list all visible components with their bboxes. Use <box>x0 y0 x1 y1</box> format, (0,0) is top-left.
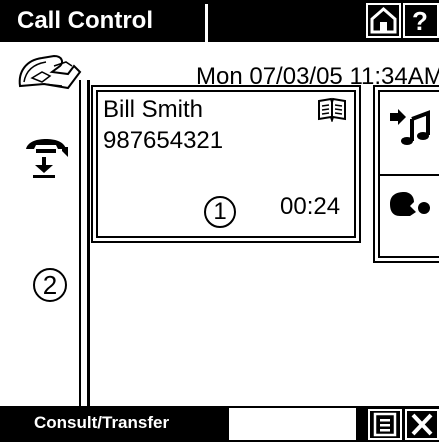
close-button[interactable] <box>405 409 439 440</box>
caller-number: 987654321 <box>103 127 224 154</box>
help-button[interactable]: ? <box>403 3 439 38</box>
address-book-icon[interactable] <box>317 97 347 122</box>
softkey-separator <box>356 406 366 442</box>
conference-icon[interactable] <box>388 190 432 220</box>
tool-panel-divider <box>378 174 439 176</box>
consult-transfer-label[interactable]: Consult/Transfer <box>34 413 169 433</box>
call-index-badge: 1 <box>204 196 236 228</box>
home-icon <box>370 7 397 34</box>
consult-transfer-button[interactable] <box>229 408 356 440</box>
list-button[interactable] <box>368 409 402 440</box>
list-icon <box>373 412 397 437</box>
left-column-border <box>79 80 81 410</box>
caller-name: Bill Smith <box>103 96 204 123</box>
help-label: ? <box>412 6 428 36</box>
line-index-badge: 2 <box>33 268 67 302</box>
home-button[interactable] <box>366 3 401 38</box>
call-timer: 00:24 <box>280 193 341 220</box>
transfer-icon[interactable] <box>27 157 61 179</box>
title-divider <box>205 4 208 42</box>
music-transfer-icon[interactable] <box>388 107 432 147</box>
left-column-border <box>87 80 90 410</box>
page-title: Call Control <box>17 7 153 34</box>
close-icon <box>411 413 433 436</box>
hold-icon[interactable] <box>24 137 70 159</box>
